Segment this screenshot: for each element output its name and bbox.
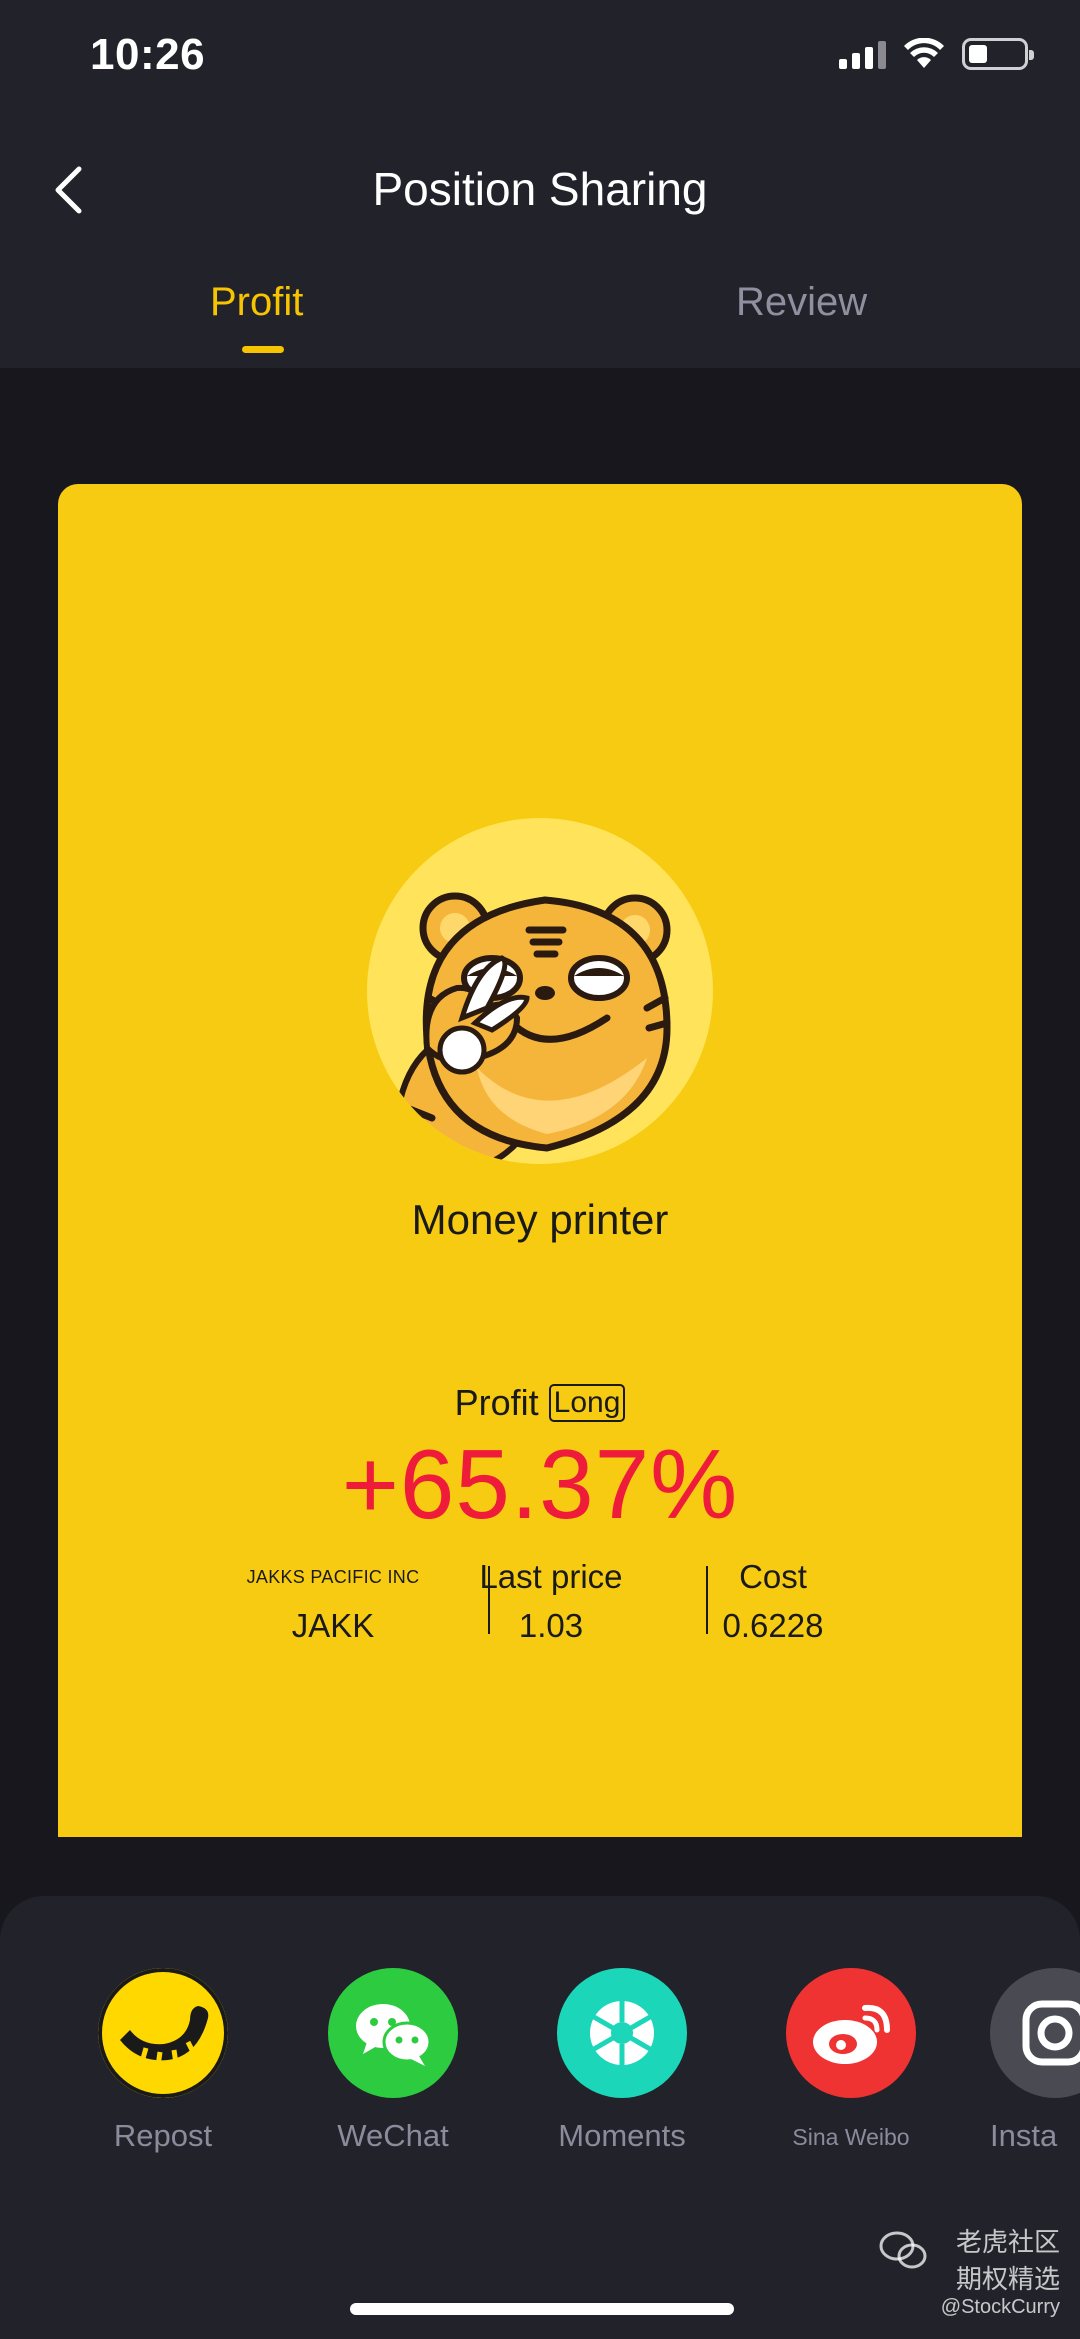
battery-icon xyxy=(962,38,1034,70)
moments-icon xyxy=(557,1968,687,2098)
stat-cost: Cost 0.6228 xyxy=(664,1556,882,1648)
share-wechat-button[interactable]: WeChat xyxy=(303,1968,483,2154)
tiger-avatar xyxy=(367,818,713,1164)
watermark: 老虎社区 期权精选 @StockCurry xyxy=(879,2222,1060,2319)
share-label: WeChat xyxy=(337,2118,449,2153)
ticker-symbol: JAKK xyxy=(291,1607,375,1644)
share-label: Repost xyxy=(113,2118,213,2153)
profit-label: Profit xyxy=(454,1382,539,1423)
wechat-watermark-icon xyxy=(879,2231,927,2269)
tiger-tail-icon xyxy=(98,1968,228,2098)
status-icons xyxy=(839,38,1034,70)
position-stats: JAKKS PACIFIC INC JAKK Last price 1.03 C… xyxy=(228,1556,888,1650)
last-price-label: Last price xyxy=(479,1558,623,1595)
watermark-line: 老虎社区 xyxy=(955,2227,1060,2257)
share-moments-button[interactable]: Moments xyxy=(532,1968,712,2154)
stat-last-price: Last price 1.03 xyxy=(446,1556,656,1648)
weibo-icon xyxy=(786,1968,916,2098)
share-weibo-button[interactable]: Sina Weibo xyxy=(761,1968,941,2151)
wechat-icon xyxy=(328,1968,458,2098)
profit-label-row: Profit Long xyxy=(58,1382,1022,1424)
position-tag: Long xyxy=(548,1384,626,1422)
home-indicator[interactable] xyxy=(350,2303,734,2315)
share-instagram-button[interactable]: Insta xyxy=(990,1968,1080,2154)
nickname: Money printer xyxy=(411,1196,669,1243)
share-card: Money printer Profit Long +65.37% JAKKS … xyxy=(58,484,1022,1837)
instagram-icon xyxy=(990,1968,1080,2098)
top-bar: 10:26 Position Sharing Profit Review xyxy=(0,0,1080,368)
watermark-line: 期权精选 xyxy=(955,2264,1060,2294)
tiger-mascot-icon xyxy=(383,892,671,1164)
tab-review[interactable]: Review xyxy=(736,280,867,325)
company-name: JAKKS PACIFIC INC xyxy=(246,1567,420,1587)
page-title: Position Sharing xyxy=(372,163,708,215)
active-tab-indicator xyxy=(242,346,284,353)
share-label: Insta xyxy=(990,2118,1058,2153)
watermark-handle: @StockCurry xyxy=(940,2296,1060,2318)
tab-profit[interactable]: Profit xyxy=(210,280,303,325)
share-repost-button[interactable]: Repost xyxy=(73,1968,253,2154)
share-label: Sina Weibo xyxy=(792,2124,910,2150)
share-sheet: Repost WeChat Moments Sina Weibo Insta 老… xyxy=(0,1896,1080,2339)
stat-symbol: JAKKS PACIFIC INC JAKK xyxy=(228,1556,438,1648)
cost-value: 0.6228 xyxy=(722,1607,824,1644)
cellular-signal-icon xyxy=(839,39,886,69)
last-price-value: 1.03 xyxy=(518,1607,584,1644)
status-time: 10:26 xyxy=(90,30,206,79)
share-label: Moments xyxy=(558,2118,686,2153)
cost-label: Cost xyxy=(739,1558,807,1595)
wifi-icon xyxy=(904,38,944,68)
profit-percentage: +65.37% xyxy=(341,1429,739,1539)
